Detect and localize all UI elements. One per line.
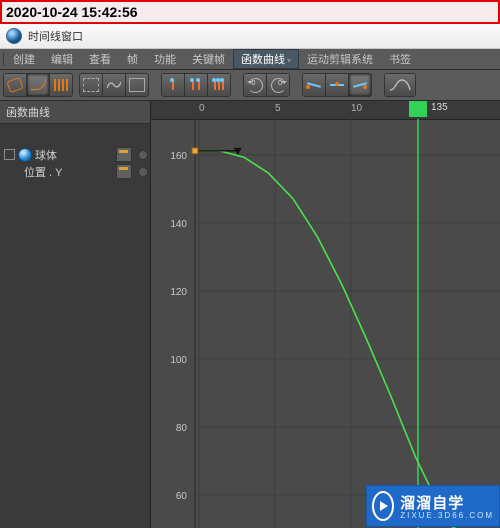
tangent-mid-icon[interactable]: [326, 74, 349, 96]
menu-functions[interactable]: 功能: [146, 49, 184, 69]
svg-text:100: 100: [170, 355, 187, 366]
svg-text:160: 160: [170, 151, 187, 162]
window-title: 时间线窗口: [28, 28, 83, 44]
play-circle-icon: [372, 491, 394, 521]
tree-row-sphere[interactable]: 球体: [2, 146, 148, 163]
fcurve-canvas[interactable]: 160 140 120 100 80 60: [151, 119, 500, 528]
watermark: 溜溜自学 ZIXUE.3D66.COM: [366, 485, 500, 527]
ruler-tick: 0: [199, 103, 205, 114]
graph-area[interactable]: 135 051020 1601401201008060 溜溜自学 ZIXUE.3…: [151, 101, 500, 528]
tangent-right-icon[interactable]: [349, 74, 371, 96]
watermark-sub: ZIXUE.3D66.COM: [400, 511, 494, 520]
sidebar: 函数曲线 球体 位置 . Y: [0, 101, 151, 528]
keyframe-dot-icon[interactable]: [138, 150, 148, 160]
menu-motionclip[interactable]: 运动剪辑系统: [299, 49, 381, 69]
toolbar-group-select: [79, 73, 149, 97]
expand-icon[interactable]: [4, 149, 15, 160]
window-title-bar: 时间线窗口: [0, 24, 500, 49]
app-icon: [6, 28, 22, 44]
menu-bookmark[interactable]: 书签: [381, 49, 419, 69]
svg-text:120: 120: [170, 287, 187, 298]
sidebar-header: 函数曲线: [0, 101, 150, 124]
add-keys-icon[interactable]: [185, 74, 208, 96]
tree-row-position-y[interactable]: 位置 . Y: [2, 163, 148, 180]
toolbar-group-motion: [3, 73, 73, 97]
ease-icon[interactable]: [27, 74, 50, 96]
svg-text:60: 60: [176, 491, 188, 502]
wave-icon[interactable]: [103, 74, 126, 96]
track-lane-icon[interactable]: [116, 147, 132, 162]
rotate-neg0-icon[interactable]: 0: [267, 74, 289, 96]
chevron-down-icon: ▾: [287, 56, 291, 65]
object-tree: 球体 位置 . Y: [0, 142, 150, 528]
watermark-brand: 溜溜自学: [400, 492, 494, 513]
toolbar-group-keys: [161, 73, 231, 97]
keyframe-dot-icon[interactable]: [138, 167, 148, 177]
playhead-frame: 135: [431, 102, 448, 113]
link-icon[interactable]: [4, 74, 27, 96]
tree-label: 球体: [35, 147, 57, 163]
add-keys2-icon[interactable]: [208, 74, 230, 96]
toolbar-group-rotate: 0 0: [243, 73, 290, 97]
add-key-icon[interactable]: [162, 74, 185, 96]
playhead[interactable]: [409, 101, 427, 117]
svg-text:140: 140: [170, 219, 187, 230]
toolbar-group-curve: [384, 73, 416, 97]
tree-label: 位置 . Y: [24, 164, 63, 180]
content-area: 函数曲线 球体 位置 . Y 135 051020 16014012010080…: [0, 101, 500, 528]
menu-bar: 创建 编辑 查看 帧 功能 关键帧 函数曲线▾ 运动剪辑系统 书签: [0, 49, 500, 70]
dots-icon[interactable]: [50, 74, 72, 96]
sphere-icon: [18, 148, 32, 162]
svg-text:80: 80: [176, 423, 188, 434]
menu-keyframe[interactable]: 关键帧: [184, 49, 233, 69]
menu-fcurve[interactable]: 函数曲线▾: [233, 49, 299, 69]
scurve-icon[interactable]: [385, 74, 415, 96]
toolbar: 0 0: [0, 70, 500, 101]
range-icon[interactable]: [126, 74, 148, 96]
menu-divider: [3, 52, 4, 66]
menu-create[interactable]: 创建: [5, 49, 43, 69]
menu-view[interactable]: 查看: [81, 49, 119, 69]
track-lane-icon[interactable]: [116, 164, 132, 179]
menu-edit[interactable]: 编辑: [43, 49, 81, 69]
ruler-tick: 5: [275, 103, 281, 114]
tangent-left-icon[interactable]: [303, 74, 326, 96]
menu-frame[interactable]: 帧: [119, 49, 146, 69]
time-ruler[interactable]: 135 051020: [151, 101, 500, 120]
ruler-tick: 10: [351, 103, 362, 114]
marquee-icon[interactable]: [80, 74, 103, 96]
toolbar-group-tangent: [302, 73, 372, 97]
timestamp-overlay: 2020-10-24 15:42:56: [0, 0, 500, 24]
rotate-0-icon[interactable]: 0: [244, 74, 267, 96]
